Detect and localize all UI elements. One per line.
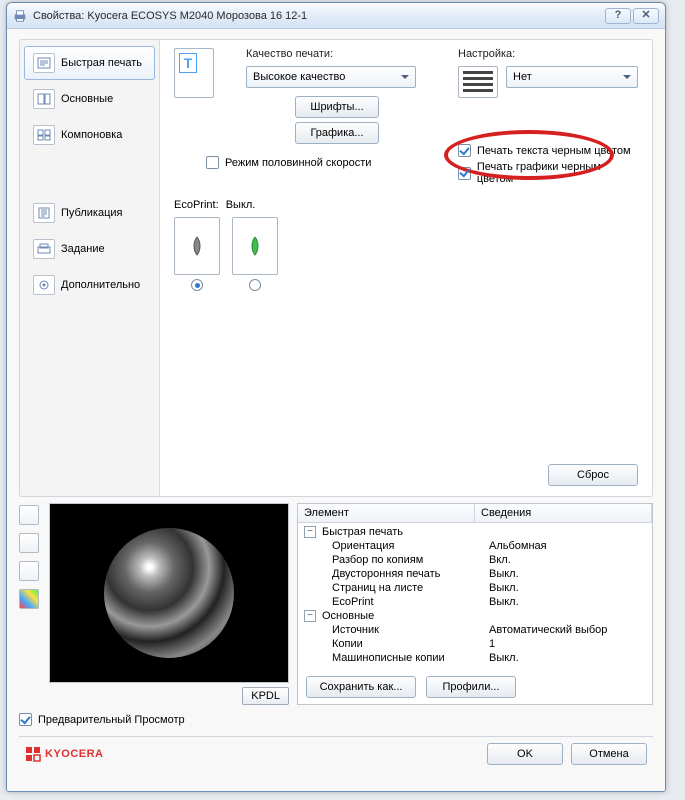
ecoprint-label: EcoPrint: [174,199,219,211]
settings-label: Настройка: [458,48,638,60]
col-element[interactable]: Элемент [298,504,475,522]
client-area: Быстрая печать Основные Компоновка Публи… [7,29,665,791]
kyocera-icon [25,746,41,762]
tab-label: Дополнительно [61,279,140,291]
detail-row: Двусторонняя печатьВыкл. [298,567,652,581]
details-header: Элемент Сведения [298,504,652,523]
help-button[interactable]: ? [605,8,631,24]
fonts-button[interactable]: Шрифты... [295,96,379,118]
half-speed-checkbox[interactable] [206,156,219,169]
text-black-checkbox[interactable] [458,144,471,157]
settings-dropdown[interactable]: Нет [506,66,638,88]
col-value[interactable]: Сведения [475,504,652,522]
ecoprint-off-radio[interactable] [191,279,203,291]
tab-basic[interactable]: Основные [24,82,155,116]
advanced-icon [33,275,55,295]
tab-advanced[interactable]: Дополнительно [24,268,155,302]
publication-icon [33,203,55,223]
basic-icon [33,89,55,109]
preview-tool-color[interactable] [19,589,39,609]
detail-row: Страниц на листеВыкл. [298,581,652,595]
tab-label: Быстрая печать [61,57,142,69]
tab-layout[interactable]: Компоновка [24,118,155,152]
quality-icon: T [174,48,214,98]
job-icon [33,239,55,259]
tab-content: T Качество печати: Высокое качество Шриф… [160,40,652,496]
brand-logo: KYOCERA [25,746,104,762]
group-quick-print[interactable]: −Быстрая печать [298,525,652,539]
details-panel: Элемент Сведения −Быстрая печать Ориента… [297,503,653,705]
detail-row: Копии1 [298,637,652,651]
layout-icon [33,125,55,145]
brand-row: KYOCERA OK Отмена [19,736,653,770]
preview-check-row: Предварительный Просмотр [19,713,653,726]
tab-publication[interactable]: Публикация [24,196,155,230]
detail-row: ОриентацияАльбомная [298,539,652,553]
preview-checkbox-label: Предварительный Просмотр [38,714,185,726]
detail-row: EcoPrintВыкл. [298,595,652,609]
ecoprint-on-thumb[interactable] [232,217,278,275]
reset-button[interactable]: Сброс [548,464,638,486]
save-as-button[interactable]: Сохранить как... [306,676,416,698]
preview-checkbox[interactable] [19,713,32,726]
gfx-black-checkbox[interactable] [458,167,471,180]
earth-icon [104,528,234,658]
tab-label: Компоновка [61,129,122,141]
text-black-label: Печать текста черным цветом [477,145,631,157]
tab-job[interactable]: Задание [24,232,155,266]
ecoprint-on-radio[interactable] [249,279,261,291]
settings-icon [458,66,498,98]
quality-label: Качество печати: [246,48,428,60]
preview-tool-3[interactable] [19,561,39,581]
details-body[interactable]: −Быстрая печать ОриентацияАльбомная Разб… [298,523,652,670]
titlebar: Свойства: Kyocera ECOSYS M2040 Морозова … [7,3,665,29]
close-button[interactable]: ✕ [633,8,659,24]
properties-dialog: Свойства: Kyocera ECOSYS M2040 Морозова … [6,2,666,792]
ok-button[interactable]: OK [487,743,563,765]
ecoprint-status: Выкл. [226,199,256,211]
window-title: Свойства: Kyocera ECOSYS M2040 Морозова … [33,10,605,22]
cancel-button[interactable]: Отмена [571,743,647,765]
lower-panel: KPDL Элемент Сведения −Быстрая печать Ор… [19,503,653,705]
quick-print-icon [33,53,55,73]
preview-tool-1[interactable] [19,505,39,525]
group-basic[interactable]: −Основные [298,609,652,623]
gfx-black-label: Печать графики черным цветом [477,161,638,185]
graphics-button[interactable]: Графика... [295,122,379,144]
detail-row: Машинописные копииВыкл. [298,651,652,665]
preview-tool-2[interactable] [19,533,39,553]
ecoprint-off-thumb[interactable] [174,217,220,275]
collapse-icon[interactable]: − [304,526,316,538]
tab-label: Публикация [61,207,122,219]
preview-column: KPDL [49,503,289,705]
tab-quick-print[interactable]: Быстрая печать [24,46,155,80]
tab-label: Основные [61,93,113,105]
ecoprint-section: EcoPrint: Выкл. [174,199,638,211]
collapse-icon[interactable]: − [304,610,316,622]
detail-row: Разбор по копиямВкл. [298,553,652,567]
preview-toolbar [19,505,39,609]
upper-panel: Быстрая печать Основные Компоновка Публи… [19,39,653,497]
side-tabs: Быстрая печать Основные Компоновка Публи… [20,40,160,496]
tab-label: Задание [61,243,105,255]
preview-image [49,503,289,683]
printer-icon [13,9,27,23]
detail-row: ИсточникАвтоматический выбор [298,623,652,637]
half-speed-label: Режим половинной скорости [225,157,371,169]
profiles-button[interactable]: Профили... [426,676,516,698]
kpdl-badge: KPDL [242,687,289,705]
quality-dropdown[interactable]: Высокое качество [246,66,416,88]
tab-spacer [24,154,155,194]
